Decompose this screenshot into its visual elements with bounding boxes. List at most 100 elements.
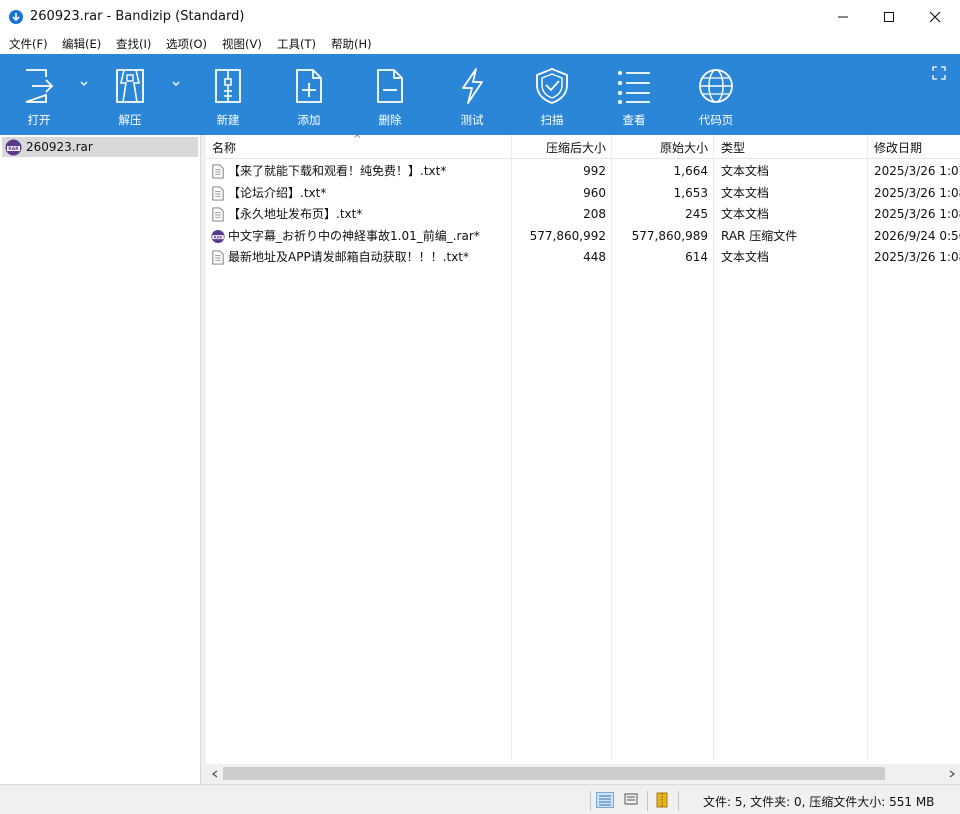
modified-date: 2026/9/24 0:56 [874, 228, 960, 243]
open-dropdown-chevron-icon[interactable] [78, 78, 90, 90]
table-row[interactable]: 最新地址及APP请发邮箱自动获取！！！.txt* 448 614 文本文档 2025/3… [206, 247, 960, 268]
extract-button[interactable]: 解压 [95, 54, 165, 135]
scroll-left-arrow-icon[interactable] [206, 764, 223, 784]
delete-button[interactable]: 删除 [355, 54, 425, 135]
test-label: 测试 [460, 113, 484, 127]
status-summary: 文件: 5, 文件夹: 0, 压缩文件大小: 551 MB [703, 795, 935, 809]
extract-icon [116, 69, 144, 103]
horizontal-scrollbar[interactable] [206, 764, 960, 784]
close-icon [929, 11, 941, 22]
list-view-icon[interactable] [623, 792, 641, 808]
menu-options[interactable]: 选项(O) [166, 36, 207, 52]
test-icon [462, 68, 483, 104]
text-file-icon [212, 185, 224, 201]
menu-edit[interactable]: 编辑(E) [62, 36, 101, 52]
codepage-button[interactable]: 代码页 [681, 54, 751, 135]
layout-toggle-icon[interactable] [932, 66, 946, 80]
column-packed-size[interactable]: 压缩后大小 [511, 135, 606, 159]
column-name[interactable]: 名称 [212, 135, 512, 159]
delete-file-icon [377, 69, 403, 103]
minimize-button[interactable] [820, 0, 866, 33]
file-name: 【永久地址发布页】.txt* [228, 207, 363, 221]
table-row[interactable]: 【永久地址发布页】.txt* 208 245 文本文档 2025/3/26 1:08 [206, 204, 960, 225]
original-size: 1,653 [673, 185, 708, 200]
svg-text:RAR: RAR [8, 146, 19, 152]
add-button[interactable]: 添加 [274, 54, 344, 135]
table-row[interactable]: 【论坛介绍】.txt* 960 1,653 文本文档 2025/3/26 1:08 [206, 183, 960, 204]
text-file-icon [212, 164, 224, 179]
column-modified-date[interactable]: 修改日期 [874, 135, 960, 159]
tree-item-label: 260923.rar [26, 140, 93, 154]
codepage-globe-icon [699, 69, 733, 103]
codepage-label: 代码页 [698, 113, 734, 127]
table-row[interactable]: 【来了就能下载和观看！纯免费！】.txt* 992 1,664 文本文档 2025/3/… [206, 161, 960, 182]
tree-item-archive[interactable]: RAR 260923.rar [2, 137, 198, 157]
scan-label: 扫描 [540, 113, 564, 127]
original-size: 245 [685, 207, 708, 221]
rar-archive-icon: RAR [5, 139, 22, 155]
delete-label: 删除 [378, 113, 402, 127]
details-view-icon[interactable] [596, 792, 614, 808]
file-name: 【论坛介绍】.txt* [228, 185, 327, 200]
add-file-icon [296, 69, 322, 103]
column-type[interactable]: 类型 [721, 135, 866, 159]
packed-size: 208 [583, 207, 606, 221]
rar-archive-icon: RAR [211, 229, 225, 243]
new-archive-label: 新建 [216, 113, 240, 127]
archive-info-icon[interactable] [654, 792, 672, 808]
file-name: 中文字幕_お祈り中の神経事故1.01_前编_.rar* [228, 228, 480, 243]
scroll-thumb[interactable] [223, 767, 885, 780]
folder-tree: RAR 260923.rar [0, 135, 201, 784]
window-title: 260923.rar - Bandizip (Standard) [30, 9, 245, 24]
extract-label: 解压 [118, 113, 142, 127]
modified-date: 2025/3/26 1:08 [874, 185, 960, 200]
minimize-icon [838, 16, 848, 17]
file-type: 文本文档 [721, 250, 770, 264]
packed-size: 577,860,992 [529, 228, 606, 243]
add-label: 添加 [297, 113, 321, 127]
view-list-icon [618, 71, 650, 104]
toolbar: 打开 解压 新建 添加 删除 测试 扫描 查看 代码页 [0, 54, 960, 135]
original-size: 1,664 [673, 164, 708, 178]
modified-date: 2025/3/26 1:07 [874, 164, 960, 178]
column-original-size[interactable]: 原始大小 [612, 135, 708, 159]
file-list: ^ 名称 压缩后大小 原始大小 类型 修改日期 【来了就能下载和观看！纯免费！】… [206, 135, 960, 784]
scan-button[interactable]: 扫描 [517, 54, 587, 135]
maximize-button[interactable] [866, 0, 912, 33]
open-button[interactable]: 打开 [4, 54, 74, 135]
svg-text:RAR: RAR [214, 235, 223, 239]
status-bar: 文件: 5, 文件夹: 0, 压缩文件大小: 551 MB [0, 784, 960, 814]
menu-view[interactable]: 视图(V) [222, 36, 262, 52]
title-bar: 260923.rar - Bandizip (Standard) [0, 0, 960, 33]
text-file-icon [212, 207, 224, 222]
status-divider [590, 791, 591, 811]
menu-file[interactable]: 文件(F) [9, 36, 48, 52]
packed-size: 992 [583, 164, 606, 178]
extract-dropdown-chevron-icon[interactable] [170, 78, 182, 90]
scroll-right-arrow-icon[interactable] [943, 764, 960, 784]
open-icon [25, 69, 54, 103]
view-button[interactable]: 查看 [599, 54, 669, 135]
menu-find[interactable]: 查找(I) [116, 36, 151, 52]
open-label: 打开 [27, 113, 51, 127]
modified-date: 2025/3/26 1:08 [874, 250, 960, 264]
view-label: 查看 [622, 113, 646, 127]
text-file-icon [212, 250, 224, 265]
menu-help[interactable]: 帮助(H) [331, 36, 372, 52]
original-size: 614 [685, 250, 708, 264]
file-type: 文本文档 [721, 207, 770, 221]
maximize-icon [884, 11, 894, 22]
file-type: RAR 压缩文件 [721, 228, 798, 243]
table-row[interactable]: RAR 中文字幕_お祈り中の神経事故1.01_前编_.rar* 577,860,99… [206, 226, 960, 247]
packed-size: 960 [583, 185, 606, 200]
bandizip-app-icon [9, 10, 23, 24]
close-button[interactable] [912, 0, 958, 33]
file-type: 文本文档 [721, 164, 770, 178]
new-archive-icon [215, 69, 241, 103]
file-name: 【来了就能下载和观看！纯免费！】.txt* [228, 164, 447, 178]
test-button[interactable]: 测试 [437, 54, 507, 135]
new-archive-button[interactable]: 新建 [193, 54, 263, 135]
original-size: 577,860,989 [631, 228, 708, 243]
scan-shield-icon [536, 68, 568, 104]
menu-tools[interactable]: 工具(T) [277, 36, 316, 52]
